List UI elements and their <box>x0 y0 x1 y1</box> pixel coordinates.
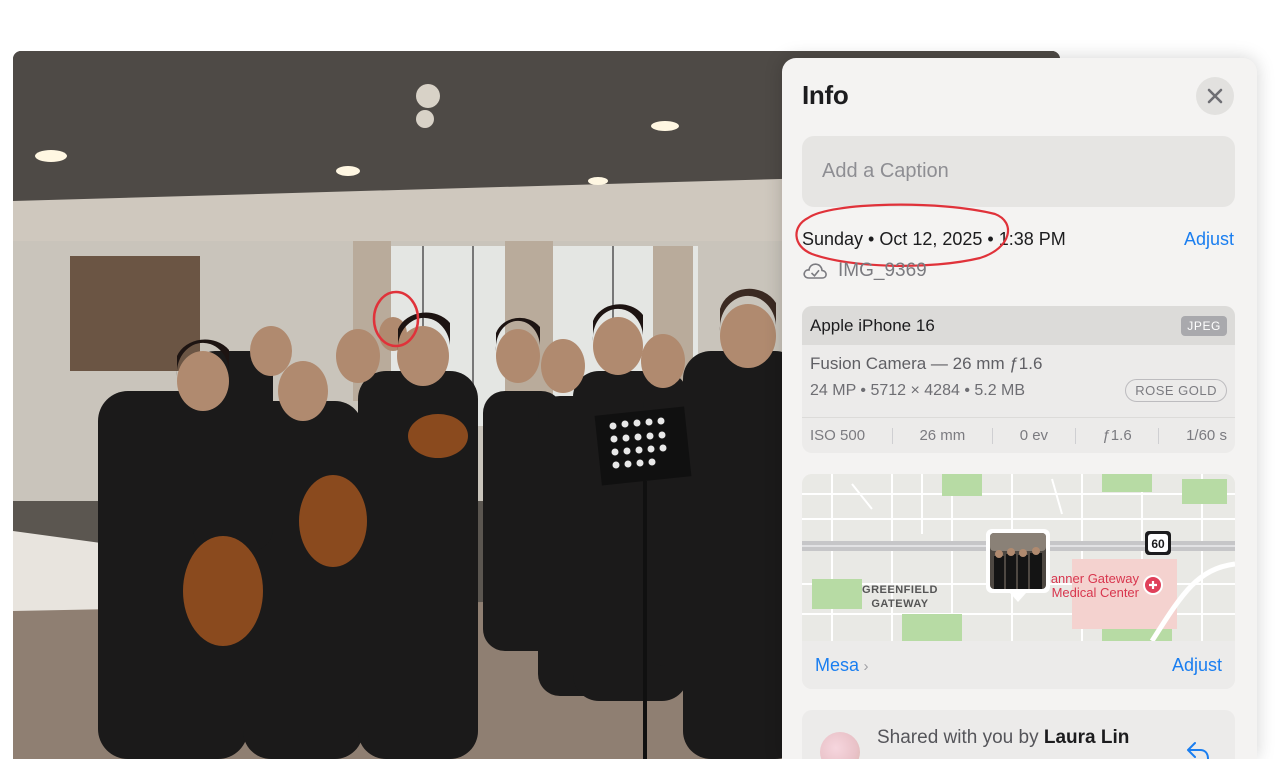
close-icon <box>1207 88 1223 104</box>
camera-device: Apple iPhone 16 <box>810 315 935 335</box>
map-poi-label-2: Medical Center <box>1052 585 1140 600</box>
format-badge: JPEG <box>1181 315 1227 336</box>
icloud-icon <box>803 263 827 279</box>
photo-pin[interactable] <box>986 529 1050 602</box>
file-name: IMG_9369 <box>838 260 927 281</box>
route-shield-label: 60 <box>1151 537 1165 551</box>
exif-ev: 0 ev <box>1019 427 1049 444</box>
exif-divider <box>1074 427 1076 444</box>
reply-icon[interactable] <box>1185 740 1211 759</box>
shared-by-text: Shared with you by Laura Lin <box>877 727 1129 749</box>
map-poi-label-1: Banner Gateway <box>1042 571 1139 586</box>
location-link[interactable]: Mesa › <box>815 655 868 676</box>
camera-lens: Fusion Camera — 26 mm ƒ1.6 <box>810 354 1043 373</box>
panel-title: Info <box>802 80 849 110</box>
shared-by-card[interactable]: Shared with you by Laura Lin <box>802 710 1235 759</box>
camera-specs: 24 MP • 5712 × 4284 • 5.2 MB <box>810 382 1026 399</box>
location-map[interactable]: 60 GREENFIELD GATEWAY Banner Gateway Med… <box>802 474 1235 643</box>
adjust-location-link[interactable]: Adjust <box>1172 655 1222 676</box>
map-area-label-1: GREENFIELD <box>862 584 938 596</box>
avatar <box>820 732 860 759</box>
location-name[interactable]: Mesa <box>815 655 859 675</box>
map-area-label-2: GATEWAY <box>871 598 928 610</box>
exif-divider <box>992 427 993 444</box>
file-row: IMG_9369 <box>802 260 927 282</box>
caption-input[interactable] <box>802 136 1235 207</box>
date-time-text: Sunday • Oct 12, 2025 • 1:38 PM <box>802 229 1066 249</box>
shared-by-prefix: Shared with you by <box>877 727 1044 748</box>
exif-focal: 26 mm <box>919 427 966 444</box>
camera-header: Apple iPhone 16 JPEG <box>802 306 1235 345</box>
exif-iso: ISO 500 <box>810 427 866 444</box>
camera-info-card: Apple iPhone 16 JPEG Fusion Camera — 26 … <box>802 306 1235 453</box>
close-button[interactable] <box>1196 77 1234 115</box>
exif-divider <box>1158 427 1160 444</box>
info-panel: Info Sunday • Oct 12, 2025 • 1:38 PM Adj… <box>782 58 1257 759</box>
map-card[interactable]: 60 GREENFIELD GATEWAY Banner Gateway Med… <box>802 474 1235 689</box>
exif-aperture: ƒ1.6 <box>1102 427 1132 444</box>
color-badge: ROSE GOLD <box>1125 379 1227 402</box>
map-footer: Mesa › Adjust <box>802 641 1235 689</box>
chevron-right-icon: › <box>863 657 869 675</box>
exif-divider <box>891 427 893 444</box>
adjust-date-link[interactable]: Adjust <box>1184 229 1234 250</box>
exif-row: ISO 500 26 mm 0 ev ƒ1.6 1/60 s <box>802 417 1235 453</box>
exif-shutter: 1/60 s <box>1186 427 1227 444</box>
shared-by-name: Laura Lin <box>1043 727 1130 748</box>
